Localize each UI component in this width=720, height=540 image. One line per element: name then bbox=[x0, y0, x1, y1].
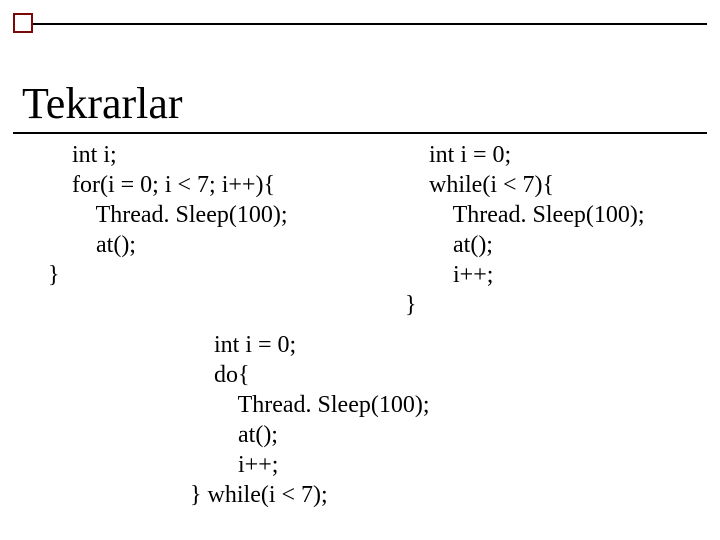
title-underline bbox=[13, 132, 707, 134]
decoration-top-line bbox=[33, 23, 707, 25]
code-block-do: int i = 0; do{ Thread. Sleep(100); at();… bbox=[190, 330, 430, 510]
slide-title: Tekrarlar bbox=[22, 78, 183, 129]
slide: Tekrarlar int i; for(i = 0; i < 7; i++){… bbox=[0, 0, 720, 540]
code-block-while: int i = 0; while(i < 7){ Thread. Sleep(1… bbox=[405, 140, 645, 320]
code-block-for: int i; for(i = 0; i < 7; i++){ Thread. S… bbox=[48, 140, 288, 290]
decoration-square bbox=[13, 13, 33, 33]
